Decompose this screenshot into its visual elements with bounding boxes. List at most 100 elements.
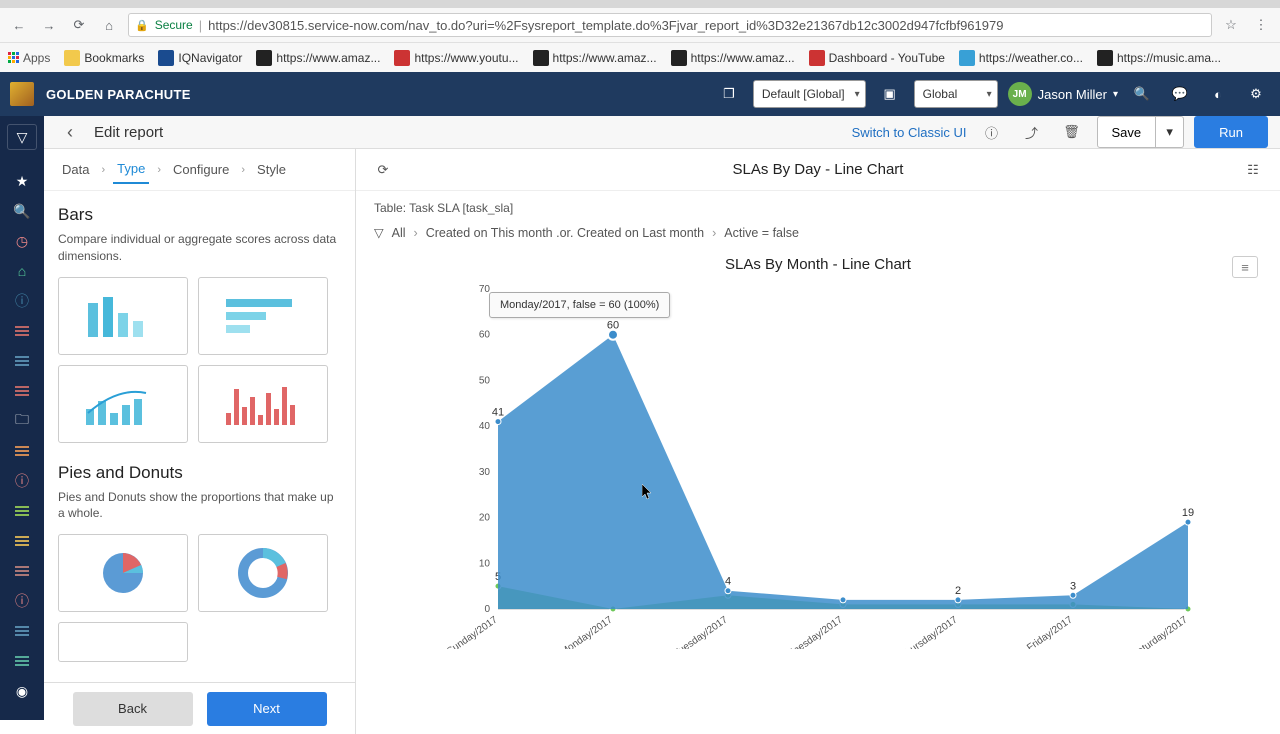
browser-star-button[interactable]: ☆ (1220, 14, 1242, 36)
chart-type-bar-vertical[interactable] (58, 277, 188, 355)
filter-toggle-icon[interactable]: ▽ (7, 124, 37, 150)
chat-icon[interactable]: 💬 (1166, 80, 1194, 108)
bookmark-item[interactable]: https://www.amaz... (256, 50, 380, 66)
nav-list-icon[interactable] (7, 438, 37, 464)
address-bar[interactable]: 🔒 Secure | https://dev30815.service-now.… (128, 13, 1212, 37)
svg-text:Tuesday/2017: Tuesday/2017 (672, 614, 730, 649)
nav-list-icon[interactable] (7, 378, 37, 404)
tab-type[interactable]: Type (113, 155, 149, 184)
chart-type-bar-trend[interactable] (58, 365, 188, 443)
nav-rail: ▽ ★ 🔍 ◷ ⌂ ⓘ 🗀 ⓘ ⓘ ◉ (0, 116, 44, 720)
bookmark-item[interactable]: https://www.youtu... (394, 50, 518, 66)
back-button[interactable]: ‹ (56, 118, 84, 146)
nav-list-icon[interactable] (7, 558, 37, 584)
nav-folder-icon[interactable]: 🗀 (7, 408, 37, 434)
svg-text:19: 19 (1182, 507, 1194, 519)
avatar: JM (1008, 82, 1032, 106)
nav-list-icon[interactable] (7, 528, 37, 554)
bookmark-item[interactable]: https://www.amaz... (671, 50, 795, 66)
refresh-icon[interactable]: ⟳ (370, 157, 396, 183)
clipboard-icon[interactable]: ❐ (715, 80, 743, 108)
lock-icon: 🔒 (135, 19, 149, 32)
section-desc-pies: Pies and Donuts show the proportions tha… (58, 489, 341, 523)
nav-info-icon[interactable]: ⓘ (7, 468, 37, 494)
tab-data[interactable]: Data (58, 156, 93, 183)
svg-text:60: 60 (479, 330, 491, 341)
svg-text:Sunday/2017: Sunday/2017 (445, 614, 500, 649)
viewport-icon[interactable]: ▣ (876, 80, 904, 108)
switch-classic-link[interactable]: Switch to Classic UI (852, 125, 967, 140)
section-title-pies: Pies and Donuts (58, 463, 341, 483)
chevron-right-icon: › (239, 164, 247, 176)
chart-type-donut[interactable] (198, 534, 328, 612)
svg-text:Saturday/2017: Saturday/2017 (1130, 614, 1190, 649)
nav-list-icon[interactable] (7, 498, 37, 524)
info-icon[interactable]: ⓘ (977, 117, 1007, 147)
svg-text:70: 70 (479, 284, 491, 295)
chart-type-histogram[interactable] (198, 365, 328, 443)
wizard-next-button[interactable]: Next (207, 692, 327, 726)
chart-menu-icon[interactable]: ≡ (1232, 256, 1258, 278)
search-icon[interactable]: 🔍 (1128, 80, 1156, 108)
svg-text:30: 30 (479, 467, 491, 478)
page-title: Edit report (94, 124, 163, 141)
nav-favorites-icon[interactable]: ★ (7, 168, 37, 194)
apps-button[interactable]: Apps (8, 51, 50, 65)
gear-icon[interactable]: ⚙ (1242, 80, 1270, 108)
save-dropdown[interactable]: ▾ (1156, 116, 1184, 148)
chart-type-semi[interactable] (58, 622, 188, 662)
browser-home-button[interactable]: ⌂ (98, 14, 120, 36)
chevron-down-icon: ▾ (1113, 89, 1118, 100)
table-label: Table: Task SLA [task_sla] (374, 201, 1262, 215)
nav-play-icon[interactable]: ◉ (7, 678, 37, 704)
bookmark-item[interactable]: https://music.ama... (1097, 50, 1221, 66)
chart-title: SLAs By Month - Line Chart (374, 256, 1262, 273)
bookmark-item[interactable]: IQNavigator (158, 50, 242, 66)
wizard-back-button[interactable]: Back (73, 692, 193, 726)
nav-list-icon[interactable] (7, 348, 37, 374)
scope-select-default[interactable]: Default [Global] (753, 80, 866, 108)
chart-type-pie[interactable] (58, 534, 188, 612)
svg-text:10: 10 (479, 558, 491, 569)
hierarchy-icon[interactable]: ☷ (1240, 157, 1266, 183)
cursor-icon (642, 484, 654, 500)
save-button[interactable]: Save (1097, 116, 1157, 148)
run-button[interactable]: Run (1194, 116, 1268, 148)
tab-configure[interactable]: Configure (169, 156, 233, 183)
nav-clock-icon[interactable]: ◷ (7, 228, 37, 254)
filter-breadcrumb[interactable]: ▽ All › Created on This month .or. Creat… (374, 225, 1262, 240)
bookmark-item[interactable]: Dashboard - YouTube (809, 50, 945, 66)
chevron-right-icon: › (155, 164, 163, 176)
tab-style[interactable]: Style (253, 156, 290, 183)
nav-search-icon[interactable]: 🔍 (7, 198, 37, 224)
nav-list-icon[interactable] (7, 648, 37, 674)
user-name: Jason Miller (1038, 87, 1107, 102)
browser-reload-button[interactable]: ⟳ (68, 14, 90, 36)
svg-text:41: 41 (492, 407, 504, 419)
chart-type-bar-horizontal[interactable] (198, 277, 328, 355)
nav-list-icon[interactable] (7, 318, 37, 344)
nav-home-icon[interactable]: ⌂ (7, 258, 37, 284)
chart-area[interactable]: 010203040506070Task SLA Count5416042319S… (374, 279, 1262, 649)
app-logo (10, 82, 34, 106)
browser-back-button[interactable]: ← (8, 14, 30, 36)
bookmark-item[interactable]: https://weather.co... (959, 50, 1083, 66)
nav-info-icon[interactable]: ⓘ (7, 288, 37, 314)
nav-info-icon[interactable]: ⓘ (7, 588, 37, 614)
scope-select-global[interactable]: Global (914, 80, 998, 108)
bookmark-item[interactable]: Bookmarks (64, 50, 144, 66)
svg-text:Wednesday/2017: Wednesday/2017 (775, 614, 845, 649)
wizard-tabs: Data › Type › Configure › Style (44, 149, 355, 191)
user-menu[interactable]: JM Jason Miller ▾ (1008, 82, 1118, 106)
help-icon[interactable]: ◐ (1204, 80, 1232, 108)
report-title: SLAs By Day - Line Chart (408, 161, 1228, 178)
filter-icon[interactable]: ▽ (374, 225, 384, 240)
svg-text:2: 2 (955, 585, 961, 597)
share-icon[interactable]: ⤴ (1017, 117, 1047, 147)
browser-forward-button[interactable]: → (38, 14, 60, 36)
nav-list-icon[interactable] (7, 618, 37, 644)
svg-text:20: 20 (479, 513, 491, 524)
delete-icon[interactable]: 🗑 (1057, 117, 1087, 147)
browser-menu-button[interactable]: ⋮ (1250, 14, 1272, 36)
bookmark-item[interactable]: https://www.amaz... (533, 50, 657, 66)
